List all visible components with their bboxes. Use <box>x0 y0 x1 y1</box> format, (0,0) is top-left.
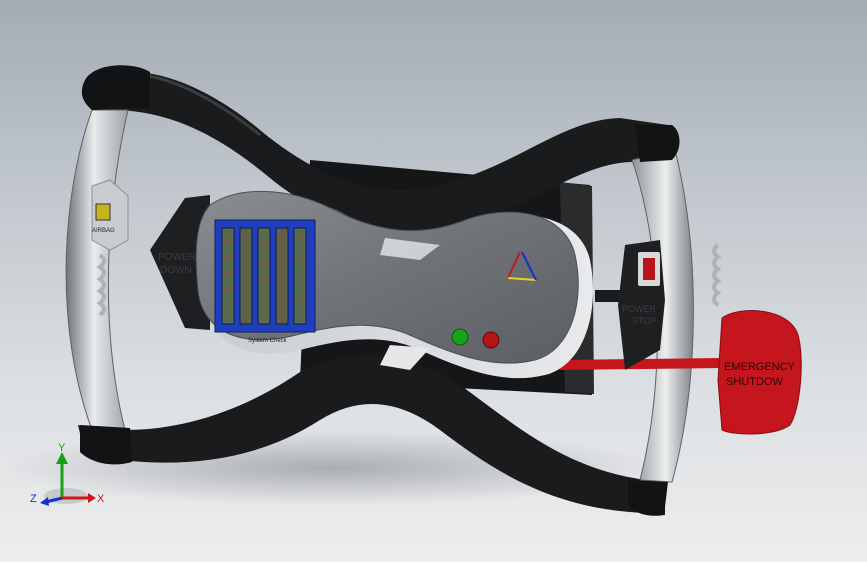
z-axis-arrow-icon <box>40 497 49 506</box>
z-axis-label: Z <box>30 493 37 505</box>
display-bar <box>293 227 307 325</box>
right-grip-top-cap <box>635 125 680 162</box>
x-axis-label: X <box>97 493 105 505</box>
airbag-button-label: AIRBAG <box>92 228 115 234</box>
airbag-button[interactable] <box>95 203 111 221</box>
status-light-red[interactable] <box>482 331 500 349</box>
emergency-label-1: EMERGENCY <box>724 361 796 373</box>
power-stop-switch[interactable] <box>643 258 655 280</box>
right-grip-ridges <box>712 243 722 307</box>
power-down-label-1: POWER <box>158 252 196 263</box>
display-bar <box>221 227 235 325</box>
power-stop-label-2: STOP <box>632 316 656 326</box>
display-bar <box>239 227 253 325</box>
display-bar <box>257 227 271 325</box>
left-grip-top-cap <box>81 65 150 110</box>
steering-yoke-model: AIRBAG POWER DOWN POWER STOP EMERGENCY S… <box>0 65 802 516</box>
display-bar <box>275 227 289 325</box>
right-grip-bottom-cap <box>628 480 668 516</box>
power-down-label-2: DOWN <box>160 265 192 276</box>
left-grip <box>65 109 129 431</box>
y-axis-label: Y <box>58 442 66 454</box>
emergency-label-2: SHUTDOW <box>726 376 783 388</box>
power-stop-label-1: POWER <box>622 304 657 314</box>
model-viewport[interactable]: AIRBAG POWER DOWN POWER STOP EMERGENCY S… <box>0 0 867 562</box>
system-check-label: System Check <box>248 338 288 344</box>
status-light-green[interactable] <box>451 328 469 346</box>
